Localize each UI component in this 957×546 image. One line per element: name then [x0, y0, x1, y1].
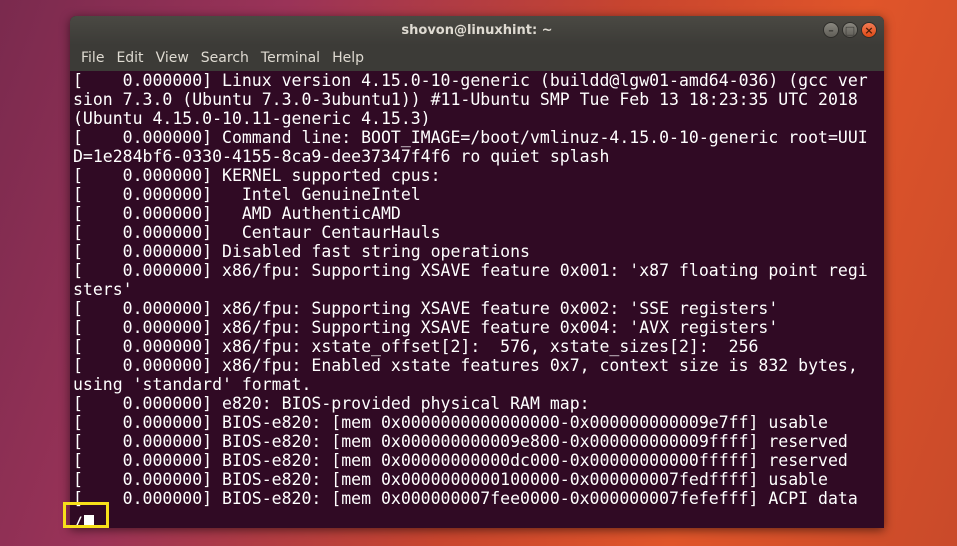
terminal-line: [ 0.000000] BIOS-e820: [mem 0x0000000000… — [73, 470, 828, 489]
terminal-line: using 'standard' format. — [73, 375, 312, 394]
terminal-line: [ 0.000000] e820: BIOS-provided physical… — [73, 394, 590, 413]
terminal-line: [ 0.000000] x86/fpu: Supporting XSAVE fe… — [73, 261, 868, 280]
desktop-background: shovon@linuxhint: ~ – □ × File Edit View… — [0, 0, 957, 546]
title-bar[interactable]: shovon@linuxhint: ~ – □ × — [70, 16, 884, 45]
menu-search[interactable]: Search — [196, 47, 254, 69]
close-icon[interactable]: × — [861, 22, 877, 38]
terminal-line: [ 0.000000] x86/fpu: xstate_offset[2]: 5… — [73, 337, 759, 356]
terminal-line: [ 0.000000] x86/fpu: Supporting XSAVE fe… — [73, 299, 779, 318]
maximize-icon[interactable]: □ — [842, 22, 858, 38]
terminal-line: [ 0.000000] KERNEL supported cpus: — [73, 166, 441, 185]
terminal-line: [ 0.000000] BIOS-e820: [mem 0x0000000000… — [73, 451, 848, 470]
terminal-line: [ 0.000000] AMD AuthenticAMD — [73, 204, 401, 223]
terminal-line: [ 0.000000] Command line: BOOT_IMAGE=/bo… — [73, 128, 868, 147]
terminal-line: sion 7.3.0 (Ubuntu 7.3.0-3ubuntu1)) #11-… — [73, 90, 858, 109]
terminal-line: [ 0.000000] Linux version 4.15.0-10-gene… — [73, 71, 868, 90]
terminal-window[interactable]: shovon@linuxhint: ~ – □ × File Edit View… — [70, 16, 884, 528]
menu-terminal[interactable]: Terminal — [256, 47, 325, 69]
menu-bar: File Edit View Search Terminal Help — [70, 45, 884, 71]
prompt-line[interactable]: / — [73, 514, 884, 528]
window-title: shovon@linuxhint: ~ — [401, 23, 553, 38]
terminal-output[interactable]: [ 0.000000] Linux version 4.15.0-10-gene… — [70, 71, 884, 528]
menu-help[interactable]: Help — [327, 47, 369, 69]
prompt-highlight-box — [63, 502, 109, 528]
terminal-line: [ 0.000000] x86/fpu: Supporting XSAVE fe… — [73, 318, 779, 337]
minimize-icon[interactable]: – — [823, 22, 839, 38]
menu-view[interactable]: View — [151, 47, 194, 69]
terminal-line: [ 0.000000] Centaur CentaurHauls — [73, 223, 441, 242]
window-controls: – □ × — [823, 22, 877, 38]
terminal-line: [ 0.000000] BIOS-e820: [mem 0x000000007f… — [73, 489, 858, 508]
terminal-line: (Ubuntu 4.15.0-10.11-generic 4.15.3) — [73, 109, 431, 128]
terminal-line: sters' — [73, 280, 133, 299]
terminal-line: [ 0.000000] x86/fpu: Enabled xstate feat… — [73, 356, 858, 375]
menu-edit[interactable]: Edit — [111, 47, 148, 69]
menu-file[interactable]: File — [76, 47, 109, 69]
terminal-line: [ 0.000000] BIOS-e820: [mem 0x0000000000… — [73, 432, 848, 451]
terminal-line: [ 0.000000] Intel GenuineIntel — [73, 185, 421, 204]
terminal-line: D=1e284bf6-0330-4155-8ca9-dee37347f4f6 r… — [73, 147, 610, 166]
terminal-line: [ 0.000000] Disabled fast string operati… — [73, 242, 530, 261]
terminal-line: [ 0.000000] BIOS-e820: [mem 0x0000000000… — [73, 413, 828, 432]
